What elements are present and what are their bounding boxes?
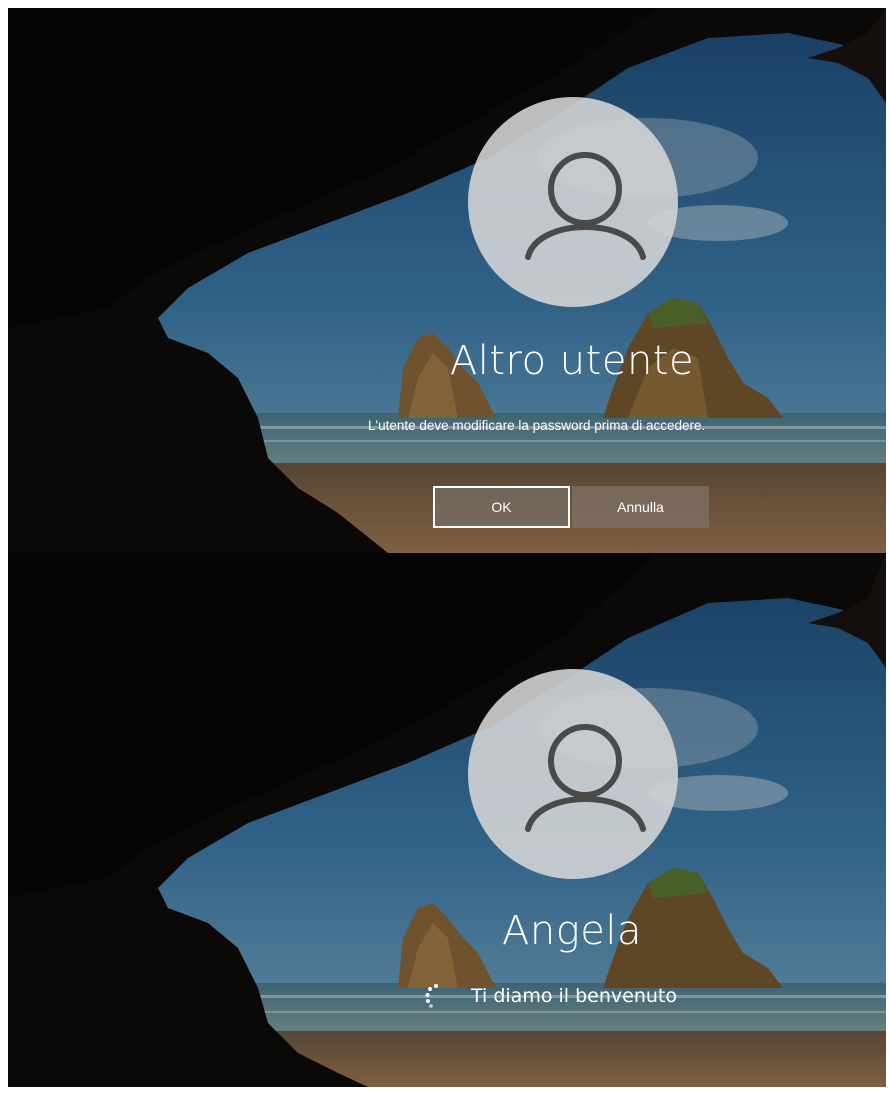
welcome-status: Ti diamo il benvenuto (423, 981, 677, 1011)
user-name: Angela (502, 908, 642, 954)
cancel-button[interactable]: Annulla (572, 486, 709, 528)
ok-button[interactable]: OK (433, 486, 570, 528)
lock-screen-composite: Altro utente L'utente deve modificare la… (0, 0, 889, 1095)
password-change-message: L'utente deve modificare la password pri… (368, 418, 706, 433)
background-wallpaper (8, 8, 886, 553)
user-avatar (468, 669, 678, 879)
user-name: Altro utente (449, 338, 695, 384)
password-change-prompt-screen: Altro utente L'utente deve modificare la… (8, 8, 886, 553)
welcome-text: Ti diamo il benvenuto (471, 985, 677, 1007)
welcome-screen: Angela Ti diamo il benvenuto (8, 553, 886, 1087)
user-avatar (468, 97, 678, 307)
user-silhouette-icon (525, 724, 646, 832)
user-silhouette-icon (525, 152, 646, 260)
loading-spinner-icon (425, 984, 438, 1008)
